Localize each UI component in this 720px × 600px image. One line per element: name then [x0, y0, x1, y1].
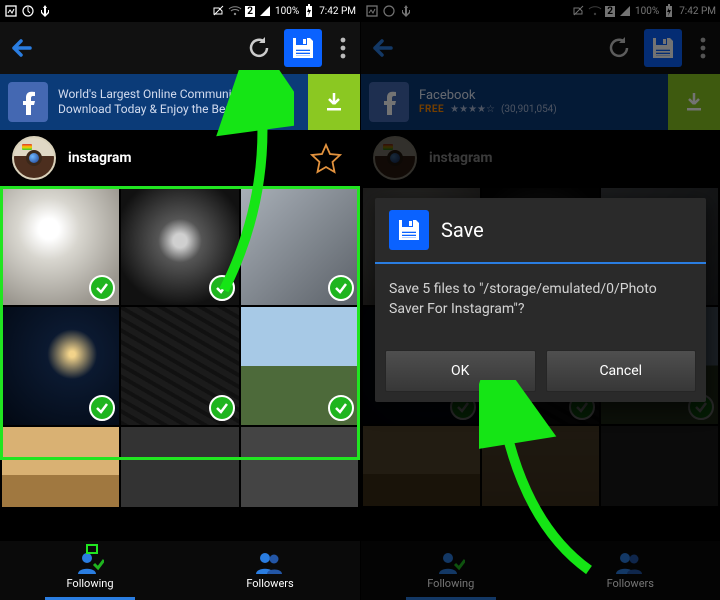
selected-check-icon [209, 395, 235, 421]
battery-text: 100% [275, 6, 299, 17]
ad-download-button[interactable] [308, 74, 360, 130]
dialog-message: Save 5 files to "/storage/emulated/0/Pho… [375, 264, 706, 339]
selected-check-icon [89, 395, 115, 421]
sync-icon [21, 4, 35, 18]
no-sim-icon [211, 4, 225, 18]
save-button[interactable] [284, 29, 322, 67]
tab-followers[interactable]: Followers [180, 541, 360, 600]
photo-tile[interactable] [2, 427, 119, 507]
tab-label: Following [66, 577, 113, 590]
facebook-icon [8, 82, 48, 122]
tab-label: Followers [246, 577, 293, 590]
profile-avatar[interactable] [12, 136, 56, 180]
overflow-menu-button[interactable] [332, 33, 354, 63]
selected-check-icon [328, 395, 354, 421]
reload-button[interactable] [244, 33, 274, 63]
sim-indicator: 2 [245, 6, 255, 17]
screen-left: 2 100% 7:42 PM [0, 0, 360, 600]
clock-text: 7:42 PM [319, 6, 356, 17]
profile-header: instagram [0, 130, 360, 186]
back-button[interactable] [6, 31, 40, 65]
save-dialog: Save Save 5 files to "/storage/emulated/… [375, 198, 706, 401]
app-bar [0, 22, 360, 74]
screen-right: 2 100% 7:42 PM [360, 0, 720, 600]
usb-icon [38, 4, 52, 18]
photo-tile[interactable] [2, 307, 119, 424]
selected-check-icon [89, 275, 115, 301]
selection-marker [86, 544, 98, 554]
photo-tile[interactable] [121, 188, 238, 305]
dialog-ok-button[interactable]: OK [385, 350, 536, 392]
gallery-icon [4, 4, 18, 18]
photo-tile[interactable] [241, 188, 358, 305]
selected-check-icon [209, 275, 235, 301]
wifi-off-icon [228, 4, 242, 18]
signal-icon [258, 4, 272, 18]
photo-grid [0, 186, 360, 540]
dialog-cancel-button[interactable]: Cancel [546, 350, 697, 392]
favorite-star-icon[interactable] [310, 142, 342, 178]
photo-tile[interactable] [121, 427, 238, 507]
dialog-title: Save [441, 218, 484, 242]
photo-tile[interactable] [241, 307, 358, 424]
status-bar: 2 100% 7:42 PM [0, 0, 360, 22]
selected-check-icon [328, 275, 354, 301]
save-icon [389, 210, 429, 250]
photo-tile[interactable] [2, 188, 119, 305]
photo-tile[interactable] [121, 307, 238, 424]
tab-following[interactable]: Following [0, 541, 180, 600]
ad-banner[interactable]: World's Largest Online Community. Downlo… [0, 74, 360, 130]
photo-tile[interactable] [241, 427, 358, 507]
dialog-overlay: Save Save 5 files to "/storage/emulated/… [361, 0, 720, 600]
bottom-tabs: Following Followers [0, 540, 360, 600]
profile-username: instagram [68, 150, 132, 166]
battery-icon [302, 4, 316, 18]
